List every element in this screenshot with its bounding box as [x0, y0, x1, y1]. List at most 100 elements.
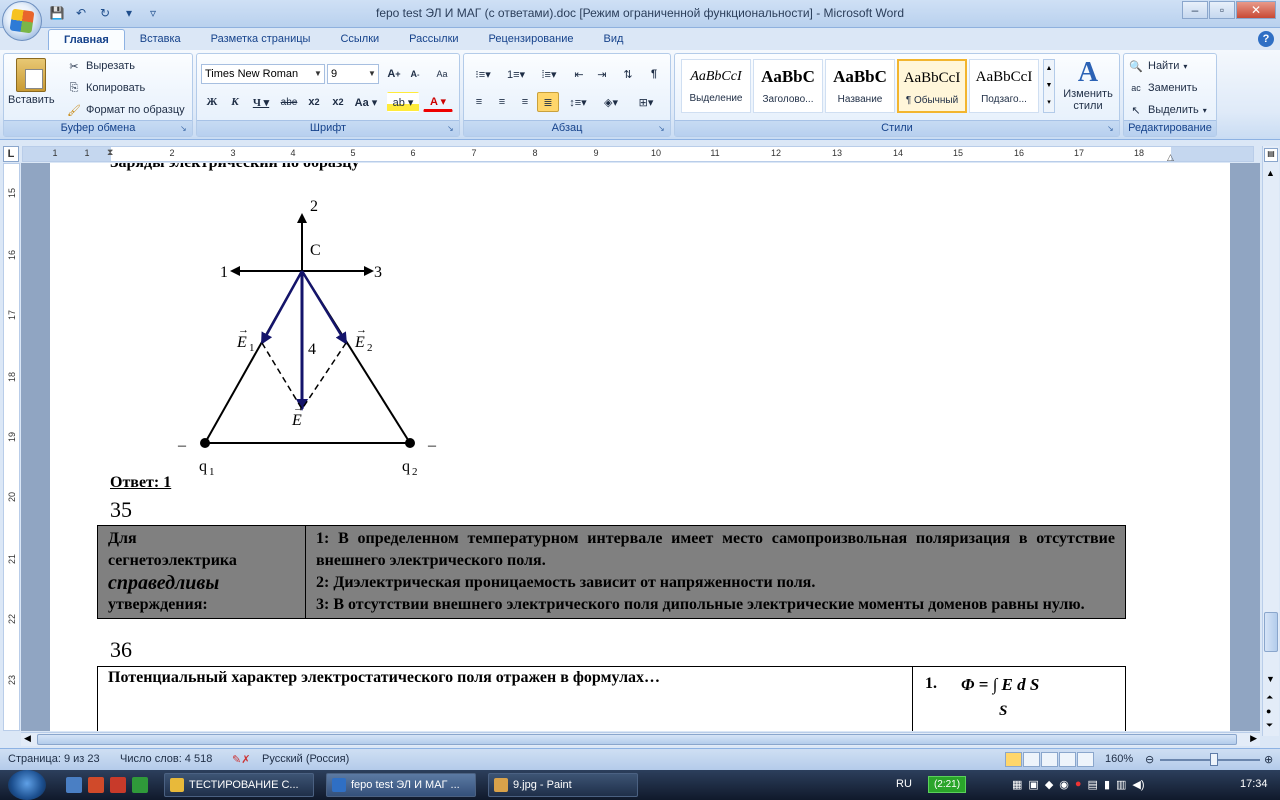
- show-desktop-icon[interactable]: [66, 777, 82, 793]
- paste-button[interactable]: Вставить: [8, 58, 55, 106]
- clipboard-launcher-icon[interactable]: ↘: [180, 124, 190, 134]
- battery-icon[interactable]: ▮: [1104, 778, 1110, 791]
- antivirus-icon[interactable]: ●: [1075, 778, 1082, 791]
- scroll-down-icon[interactable]: ▼: [1266, 674, 1275, 684]
- justify-icon[interactable]: ≣: [537, 92, 559, 112]
- sort-icon[interactable]: ⇅: [617, 64, 639, 84]
- tray-app-icon[interactable]: ▤: [1088, 778, 1098, 791]
- bullets-icon[interactable]: ⁝≡▾: [468, 64, 498, 84]
- vertical-ruler[interactable]: 15 16 17 18 19 20 21 22 23: [3, 163, 20, 731]
- web-layout-view-icon[interactable]: [1041, 752, 1058, 767]
- ruler-toggle-icon[interactable]: ▤: [1264, 148, 1278, 162]
- indent-marker-icon[interactable]: ⧗: [107, 147, 113, 158]
- tray-app-icon[interactable]: ▣: [1028, 778, 1038, 791]
- prev-page-icon[interactable]: ⏶: [1266, 692, 1273, 703]
- zoom-out-icon[interactable]: ⊖: [1145, 753, 1154, 766]
- scroll-left-icon[interactable]: ◀: [24, 733, 31, 744]
- task-word[interactable]: fepo test ЭЛ И МАГ ...: [326, 773, 476, 797]
- network-icon[interactable]: ▦: [1012, 778, 1022, 791]
- underline-icon[interactable]: Ч ▾: [247, 92, 275, 112]
- battery-badge[interactable]: (2:21): [928, 776, 966, 793]
- clock[interactable]: 17:34: [1240, 778, 1268, 790]
- show-marks-icon[interactable]: ¶: [643, 64, 665, 84]
- tab-insert[interactable]: Вставка: [125, 29, 196, 51]
- font-size-combo[interactable]: 9 ▼: [327, 64, 379, 84]
- document-page[interactable]: Заряды электрический по образцу: [50, 163, 1230, 731]
- right-indent-marker-icon[interactable]: △: [1167, 152, 1174, 163]
- style-title[interactable]: AaBbC Название: [825, 59, 895, 113]
- tab-page-layout[interactable]: Разметка страницы: [196, 29, 326, 51]
- tab-view[interactable]: Вид: [589, 29, 639, 51]
- subscript-icon[interactable]: x2: [303, 92, 325, 112]
- style-subtitle[interactable]: AaBbCcI Подзаго...: [969, 59, 1039, 113]
- next-page-icon[interactable]: ⏷: [1266, 720, 1273, 731]
- style-emphasis[interactable]: AaBbCcI Выделение: [681, 59, 751, 113]
- minimize-button[interactable]: –: [1182, 1, 1208, 19]
- tab-home[interactable]: Главная: [48, 29, 125, 51]
- wifi-icon[interactable]: ▥: [1116, 778, 1126, 791]
- numbering-icon[interactable]: 1≡▾: [501, 64, 531, 84]
- browse-object-icon[interactable]: ●: [1266, 706, 1271, 716]
- draft-view-icon[interactable]: [1077, 752, 1094, 767]
- language-indicator[interactable]: Русский (Россия): [262, 753, 349, 765]
- scroll-up-icon[interactable]: ▲: [1266, 168, 1275, 178]
- opera-icon[interactable]: [88, 777, 104, 793]
- zoom-slider-thumb[interactable]: [1210, 753, 1218, 766]
- strikethrough-icon[interactable]: abe: [277, 92, 301, 112]
- zoom-level[interactable]: 160%: [1105, 753, 1133, 765]
- bold-icon[interactable]: Ж: [201, 92, 223, 112]
- line-spacing-icon[interactable]: ↕≡▾: [563, 92, 593, 112]
- increase-indent-icon[interactable]: ⇥: [591, 64, 613, 84]
- align-right-icon[interactable]: ≡: [514, 92, 536, 112]
- cut-button[interactable]: ✂ Вырезать: [66, 58, 135, 74]
- tab-references[interactable]: Ссылки: [325, 29, 394, 51]
- task-paint[interactable]: 9.jpg - Paint: [488, 773, 638, 797]
- clear-format-icon[interactable]: Aa: [431, 64, 453, 84]
- task-folder[interactable]: ТЕСТИРОВАНИЕ С...: [164, 773, 314, 797]
- help-icon[interactable]: ?: [1258, 31, 1274, 47]
- font-color-icon[interactable]: A ▾: [423, 92, 453, 112]
- close-button[interactable]: ✕: [1236, 1, 1276, 19]
- office-button[interactable]: [2, 1, 42, 41]
- find-button[interactable]: 🔍 Найти ▾: [1128, 58, 1187, 74]
- superscript-icon[interactable]: x2: [327, 92, 349, 112]
- multilevel-list-icon[interactable]: ⁞≡▾: [534, 64, 564, 84]
- style-heading[interactable]: AaBbC Заголово...: [753, 59, 823, 113]
- change-case-icon[interactable]: Aa ▾: [351, 92, 381, 112]
- paragraph-launcher-icon[interactable]: ↘: [658, 124, 668, 134]
- copy-button[interactable]: ⎘ Копировать: [66, 80, 146, 96]
- horizontal-ruler[interactable]: 1 1 2 3 4 5 6 7 8 9 10 11 12 13 14 15 16…: [22, 146, 1254, 162]
- vertical-scroll-thumb[interactable]: [1264, 612, 1278, 652]
- align-left-icon[interactable]: ≡: [468, 92, 490, 112]
- page-indicator[interactable]: Страница: 9 из 23: [8, 753, 100, 765]
- decrease-indent-icon[interactable]: ⇤: [568, 64, 590, 84]
- styles-launcher-icon[interactable]: ↘: [1107, 124, 1117, 134]
- outline-view-icon[interactable]: [1059, 752, 1076, 767]
- maximize-button[interactable]: ▫: [1209, 1, 1235, 19]
- tray-app-icon[interactable]: ◉: [1059, 778, 1069, 791]
- print-layout-view-icon[interactable]: [1005, 752, 1022, 767]
- align-center-icon[interactable]: ≡: [491, 92, 513, 112]
- replace-button[interactable]: ac Заменить: [1128, 80, 1197, 96]
- font-name-combo[interactable]: Times New Roman ▼: [201, 64, 325, 84]
- spelling-icon[interactable]: ✎✗: [232, 753, 250, 766]
- tray-app-icon[interactable]: ◆: [1045, 778, 1053, 791]
- change-styles-button[interactable]: A Изменить стили: [1059, 58, 1117, 113]
- italic-icon[interactable]: К: [224, 92, 246, 112]
- word-count[interactable]: Число слов: 4 518: [120, 753, 212, 765]
- shading-icon[interactable]: ◈▾: [596, 92, 626, 112]
- document-area[interactable]: Заряды электрический по образцу: [21, 163, 1260, 731]
- keyboard-language[interactable]: RU: [896, 778, 912, 790]
- shrink-font-icon[interactable]: A-: [405, 64, 425, 84]
- zoom-in-icon[interactable]: ⊕: [1264, 753, 1273, 766]
- vertical-scrollbar[interactable]: ▤ ▲ ▼ ⏶ ● ⏷: [1262, 146, 1279, 736]
- select-button[interactable]: ↖ Выделить ▾: [1128, 102, 1206, 118]
- format-painter-button[interactable]: 🖌 Формат по образцу: [66, 102, 185, 118]
- style-normal[interactable]: AaBbCcI ¶ Обычный: [897, 59, 967, 113]
- tab-mailings[interactable]: Рассылки: [394, 29, 473, 51]
- full-screen-view-icon[interactable]: [1023, 752, 1040, 767]
- scroll-right-icon[interactable]: ▶: [1250, 733, 1257, 744]
- styles-scroll[interactable]: ▲ ▼ ▾: [1043, 59, 1055, 113]
- volume-icon[interactable]: ◀): [1132, 778, 1144, 791]
- tab-selector[interactable]: L: [3, 146, 19, 162]
